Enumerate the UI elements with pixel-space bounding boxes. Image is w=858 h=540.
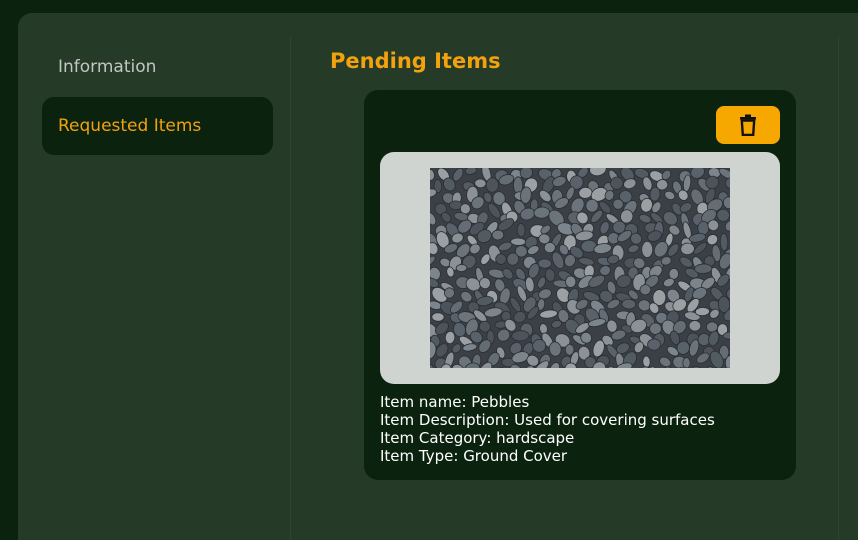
sidebar-divider (290, 37, 291, 540)
item-name: Item name: Pebbles (380, 393, 530, 411)
item-details: Item name: Pebbles Item Description: Use… (380, 393, 715, 465)
item-category: Item Category: hardscape (380, 429, 575, 447)
page-title: Pending Items (330, 49, 501, 73)
sidebar: Information Requested Items (18, 13, 290, 540)
pending-item-card: Item name: Pebbles Item Description: Use… (364, 90, 796, 480)
item-image (430, 168, 730, 368)
trash-icon (740, 114, 756, 136)
item-image-frame (380, 152, 780, 384)
delete-button[interactable] (716, 106, 780, 144)
sidebar-item-information[interactable]: Information (42, 38, 273, 96)
sidebar-item-label: Requested Items (58, 116, 202, 136)
content-panel: Information Requested Items Pending Item… (18, 13, 858, 540)
sidebar-item-label: Information (58, 57, 157, 77)
sidebar-item-requested-items[interactable]: Requested Items (42, 97, 273, 155)
item-type: Item Type: Ground Cover (380, 447, 568, 465)
item-description: Item Description: Used for covering surf… (380, 411, 715, 429)
content-divider (838, 37, 839, 540)
